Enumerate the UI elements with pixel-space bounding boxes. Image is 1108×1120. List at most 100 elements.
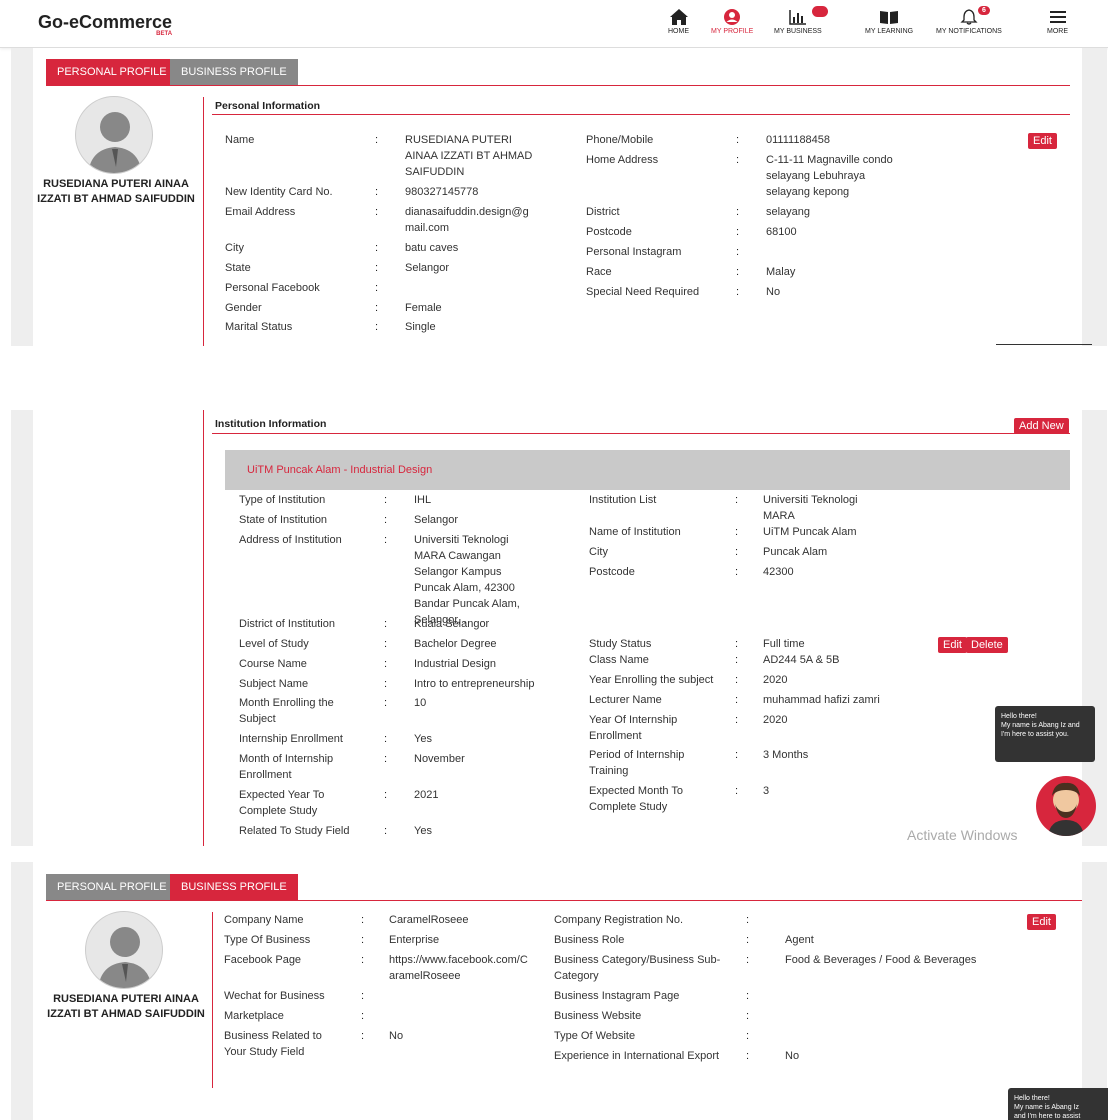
field-label: Special Need Required: [586, 286, 700, 298]
delete-institution-button[interactable]: Delete: [966, 637, 1008, 653]
field-label: State of Institution: [239, 514, 328, 526]
user-icon: [711, 8, 753, 28]
field-value-special-need: No: [766, 286, 781, 298]
nav-my-notifications[interactable]: 6 MY NOTIFICATIONS: [936, 6, 1002, 35]
field-value-email: dianasaifuddin.design@gmail.com: [405, 206, 529, 234]
institution-card-header[interactable]: UiTM Puncak Alam - Industrial Design: [225, 450, 1070, 490]
field-label: Study Status: [589, 638, 652, 650]
user-name: RUSEDIANA PUTERI AINAA IZZATI BT AHMAD SA…: [47, 993, 205, 1020]
field-value: Yes: [414, 733, 432, 745]
field-value: No: [389, 1030, 404, 1042]
nav-more[interactable]: MORE: [1047, 8, 1068, 35]
field-label: Name: [225, 134, 255, 146]
tab-underline: [46, 85, 1070, 86]
business-alert-badge: [812, 6, 828, 17]
field-label: District of Institution: [239, 618, 335, 630]
field-label: Company Registration No.: [554, 914, 684, 926]
field-label: Lecturer Name: [589, 694, 662, 706]
chat-tooltip: Hello there! My name is Abang Iz and I'm …: [995, 706, 1095, 762]
field-label: Address of Institution: [239, 534, 342, 546]
field-label: Phone/Mobile: [586, 134, 654, 146]
edit-institution-button[interactable]: Edit: [938, 637, 967, 653]
app-logo[interactable]: Go-eCommerce BETA: [38, 12, 172, 37]
field-label: City: [225, 242, 244, 254]
section-title-institution: Institution Information: [215, 418, 327, 430]
avatar: [75, 96, 153, 174]
field-label: Business Role: [554, 934, 625, 946]
field-label: City: [589, 546, 608, 558]
field-value: 3: [763, 785, 770, 797]
field-label: Level of Study: [239, 638, 309, 650]
field-value-state: Selangor: [405, 262, 450, 274]
tab-business-profile[interactable]: BUSINESS PROFILE: [170, 59, 298, 85]
field-value-phone: 01111188458: [766, 134, 831, 146]
field-label: Month Enrolling the Subject: [239, 697, 334, 725]
field-label: New Identity Card No.: [225, 186, 333, 198]
user-name: RUSEDIANA PUTERI AINAA IZZATI BT AHMAD SA…: [37, 178, 195, 205]
tab-personal-profile[interactable]: PERSONAL PROFILE: [46, 59, 178, 85]
field-label: Internship Enrollment: [239, 733, 343, 745]
facebook-page-link[interactable]: https://www.facebook.com/CaramelRoseee: [389, 952, 531, 984]
field-label: Personal Facebook: [225, 282, 320, 294]
nav-home[interactable]: HOME: [668, 8, 689, 35]
field-label: Company Name: [224, 914, 304, 926]
chatbot-avatar[interactable]: [1036, 776, 1096, 836]
field-value-marital: Single: [405, 321, 436, 333]
section-title-personal: Personal Information: [215, 100, 321, 112]
scroll-edge: [996, 344, 1092, 345]
field-label: Facebook Page: [224, 954, 302, 966]
field-value-address: C-11-11 Magnaville condo selayang Lebuhr…: [766, 154, 893, 198]
field-label: Name of Institution: [589, 526, 681, 538]
field-value-name: RUSEDIANA PUTERI AINAA IZZATI BT AHMAD S…: [405, 134, 533, 178]
field-value: CaramelRoseee: [389, 914, 469, 926]
field-label: Email Address: [225, 206, 296, 218]
nav-my-business[interactable]: MY BUSINESS: [774, 6, 828, 35]
section-divider: [212, 912, 213, 1088]
field-label: District: [586, 206, 620, 218]
section-underline: [212, 114, 1070, 115]
field-label: Business Related to Your Study Field: [224, 1030, 322, 1058]
section-divider: [203, 97, 204, 346]
field-label: Personal Instagram: [586, 246, 682, 258]
field-value: Bachelor Degree: [414, 638, 497, 650]
field-label: Marketplace: [224, 1010, 284, 1022]
field-value-ic: 980327145778: [405, 186, 479, 198]
field-value: Yes: [414, 825, 432, 837]
field-label: Course Name: [239, 658, 307, 670]
bell-icon: 6: [936, 6, 1002, 28]
field-value-city: batu caves: [405, 242, 459, 254]
field-value: Selangor: [414, 514, 459, 526]
field-label: Wechat for Business: [224, 990, 325, 1002]
add-new-institution-button[interactable]: Add New: [1014, 418, 1069, 434]
field-value: Enterprise: [389, 934, 440, 946]
edit-business-button[interactable]: Edit: [1027, 914, 1056, 930]
field-value: 2021: [414, 789, 439, 801]
top-header: Go-eCommerce BETA HOME MY PROFILE MY BUSI…: [0, 0, 1108, 48]
field-label: Gender: [225, 302, 262, 314]
avatar: [85, 911, 163, 989]
field-label: Race: [586, 266, 612, 278]
beta-badge: BETA: [156, 31, 173, 37]
field-value: 10: [414, 697, 427, 709]
nav-my-learning[interactable]: MY LEARNING: [865, 8, 913, 35]
section-divider: [203, 410, 204, 846]
field-label: Year Enrolling the subject: [589, 674, 714, 686]
field-label: Home Address: [586, 154, 659, 166]
field-label: Expected Year To Complete Study: [239, 789, 325, 817]
tab-personal-profile[interactable]: PERSONAL PROFILE: [46, 874, 178, 900]
field-label: Business Instagram Page: [554, 990, 680, 1002]
field-value: muhammad hafizi zamri: [763, 694, 880, 706]
tab-business-profile[interactable]: BUSINESS PROFILE: [170, 874, 298, 900]
home-icon: [668, 8, 689, 28]
activate-windows-watermark: Activate Windows: [907, 827, 1018, 843]
field-value: 3 Months: [763, 749, 809, 761]
field-label: Month of Internship Enrollment: [239, 753, 334, 781]
edit-personal-button[interactable]: Edit: [1028, 133, 1057, 149]
field-value: IHL: [414, 494, 432, 506]
nav-my-profile[interactable]: MY PROFILE: [711, 8, 753, 35]
field-label: Postcode: [586, 226, 632, 238]
field-value: 42300: [763, 566, 794, 578]
field-label: Expected Month To Complete Study: [589, 785, 683, 813]
field-value-race: Malay: [766, 266, 796, 278]
field-value: Kuala Selangor: [414, 618, 490, 630]
